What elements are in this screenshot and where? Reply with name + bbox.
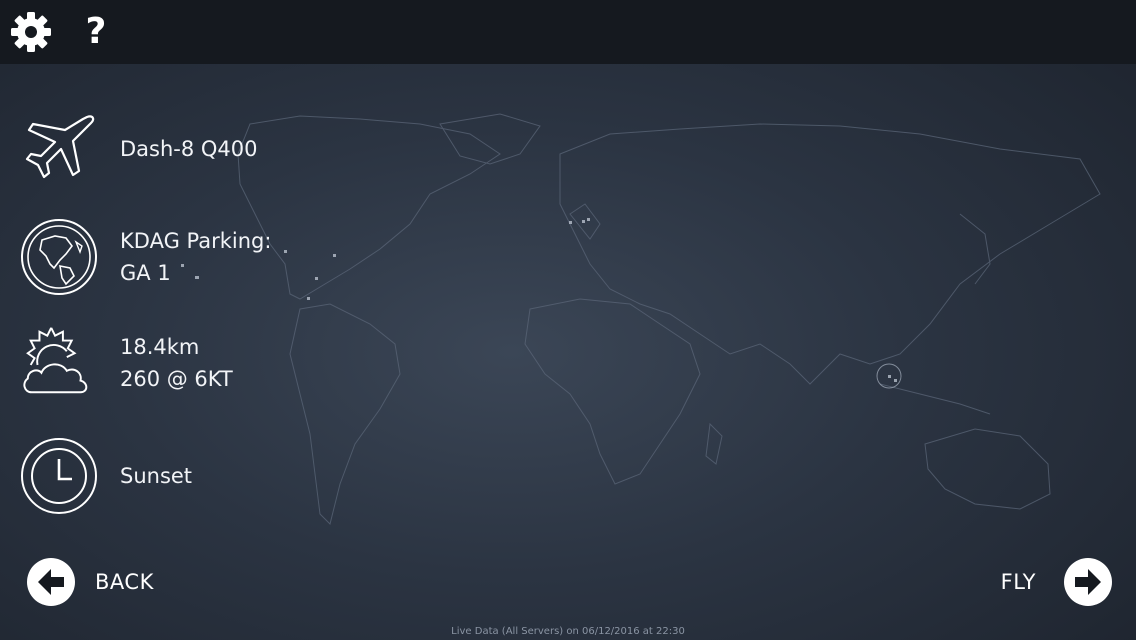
aircraft-label: Dash-8 Q400: [120, 137, 258, 161]
weather-sun-cloud-icon: [18, 322, 100, 404]
location-label: KDAG Parking: GA 1: [120, 225, 271, 289]
arrow-right-icon: [1064, 558, 1112, 606]
location-row[interactable]: KDAG Parking: GA 1: [18, 216, 271, 298]
help-button[interactable]: ?: [74, 10, 118, 54]
live-data-status: Live Data (All Servers) on 06/12/2016 at…: [451, 626, 685, 637]
weather-row[interactable]: 18.4km 260 @ 6KT: [18, 322, 233, 404]
fly-label: FLY: [1000, 570, 1036, 594]
wind-text: 260 @ 6KT: [120, 367, 233, 391]
time-label: Sunset: [120, 464, 193, 488]
back-label: BACK: [95, 570, 154, 594]
top-toolbar: ?: [0, 0, 1136, 64]
parking-spot-text: GA 1: [120, 261, 171, 285]
fly-button[interactable]: FLY: [1001, 558, 1112, 606]
visibility-text: 18.4km: [120, 335, 200, 359]
aircraft-row[interactable]: Dash-8 Q400: [18, 108, 258, 190]
clock-icon: [18, 435, 100, 517]
airport-parking-text: KDAG Parking:: [120, 229, 272, 253]
time-row[interactable]: Sunset: [18, 435, 192, 517]
arrow-left-icon: [27, 558, 75, 606]
question-icon: ?: [85, 11, 107, 52]
globe-icon: [18, 216, 100, 298]
back-button[interactable]: BACK: [27, 558, 154, 606]
gear-icon[interactable]: [9, 10, 53, 54]
weather-label: 18.4km 260 @ 6KT: [120, 331, 233, 395]
airplane-icon: [18, 108, 100, 190]
